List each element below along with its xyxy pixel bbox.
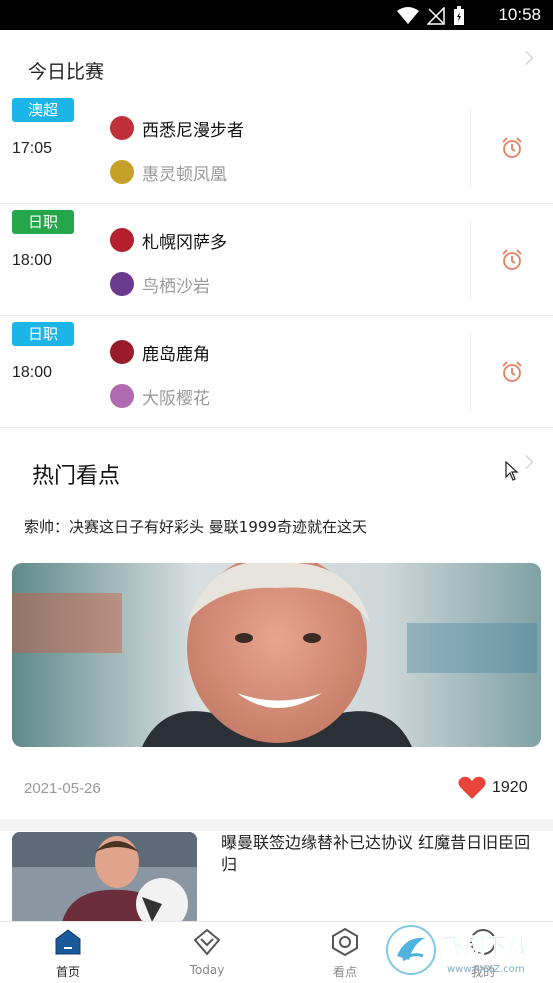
match-row[interactable]: 日职 18:00 鹿岛鹿角 大阪樱花 bbox=[0, 316, 553, 428]
featured-news-image[interactable] bbox=[12, 563, 541, 747]
match-time: 18:00 bbox=[12, 252, 53, 269]
match-row[interactable]: 澳超 17:05 西悉尼漫步者 惠灵顿凤凰 bbox=[0, 92, 553, 204]
status-bar: 10:58 bbox=[0, 0, 553, 30]
today-icon bbox=[193, 928, 221, 956]
nav-today[interactable]: Today bbox=[167, 922, 247, 983]
match-time: 18:00 bbox=[12, 364, 53, 381]
league-tag: 日职 bbox=[12, 210, 74, 234]
league-tag: 澳超 bbox=[12, 98, 74, 122]
status-time: 10:58 bbox=[498, 5, 541, 24]
featured-news-date: 2021-05-26 bbox=[24, 780, 101, 797]
signal-icon bbox=[427, 7, 445, 25]
like-button[interactable]: 1920 bbox=[458, 776, 528, 800]
today-more-chevron-icon[interactable] bbox=[518, 50, 534, 66]
featured-news-headline[interactable]: 索帅：决赛这日子有好彩头 曼联1999奇迹就在这天 bbox=[24, 516, 367, 537]
away-team: 大阪樱花 bbox=[110, 383, 210, 409]
divider bbox=[470, 108, 471, 188]
home-icon bbox=[55, 929, 81, 955]
battery-icon bbox=[454, 6, 464, 25]
away-team-logo-icon bbox=[110, 384, 134, 408]
divider bbox=[470, 332, 471, 412]
home-team-name: 鹿岛鹿角 bbox=[142, 344, 210, 365]
away-team-name: 大阪樱花 bbox=[142, 388, 210, 409]
home-team: 札幌冈萨多 bbox=[110, 227, 227, 253]
nav-home[interactable]: 首页 bbox=[28, 922, 108, 983]
home-team: 鹿岛鹿角 bbox=[110, 339, 210, 365]
wifi-icon bbox=[397, 7, 419, 24]
home-team-logo-icon bbox=[110, 340, 134, 364]
league-tag: 日职 bbox=[12, 322, 74, 346]
svg-text:飞翔下载: 飞翔下载 bbox=[441, 934, 529, 960]
home-team-logo-icon bbox=[110, 228, 134, 252]
home-team: 西悉尼漫步者 bbox=[110, 115, 244, 141]
away-team: 鸟栖沙岩 bbox=[110, 271, 210, 297]
section-separator bbox=[0, 819, 553, 831]
status-icons bbox=[397, 6, 465, 26]
away-team-logo-icon bbox=[110, 272, 134, 296]
match-time: 17:05 bbox=[12, 140, 53, 157]
alarm-clock-icon[interactable] bbox=[500, 248, 524, 272]
nav-today-label: Today bbox=[189, 963, 225, 977]
nav-highlights-label: 看点 bbox=[332, 965, 357, 979]
match-row[interactable]: 日职 18:00 札幌冈萨多 鸟栖沙岩 bbox=[0, 204, 553, 316]
hexagon-icon bbox=[332, 927, 358, 957]
alarm-clock-icon[interactable] bbox=[500, 360, 524, 384]
heart-icon bbox=[458, 776, 486, 799]
alarm-clock-icon[interactable] bbox=[500, 136, 524, 160]
like-count: 1920 bbox=[492, 779, 528, 796]
svg-text:www.FXXZ.com: www.FXXZ.com bbox=[447, 964, 525, 975]
away-team: 惠灵顿凤凰 bbox=[110, 159, 227, 185]
home-team-name: 札幌冈萨多 bbox=[142, 232, 227, 253]
today-matches-title: 今日比赛 bbox=[28, 61, 105, 83]
nav-highlights[interactable]: 看点 bbox=[305, 922, 385, 983]
mouse-cursor-icon bbox=[505, 461, 519, 481]
news-title[interactable]: 曝曼联签边缘替补已达协议 红魔昔日旧臣回归 bbox=[221, 832, 536, 876]
nav-home-label: 首页 bbox=[55, 965, 80, 979]
divider bbox=[470, 220, 471, 300]
home-team-name: 西悉尼漫步者 bbox=[142, 120, 244, 141]
away-team-logo-icon bbox=[110, 160, 134, 184]
home-team-logo-icon bbox=[110, 116, 134, 140]
away-team-name: 鸟栖沙岩 bbox=[142, 276, 210, 297]
watermark-logo: 飞翔下载 www.FXXZ.com bbox=[383, 922, 547, 978]
hot-topics-title: 热门看点 bbox=[32, 464, 121, 489]
news-thumbnail[interactable] bbox=[12, 832, 197, 922]
away-team-name: 惠灵顿凤凰 bbox=[142, 164, 227, 185]
hot-more-chevron-icon[interactable] bbox=[518, 454, 534, 470]
